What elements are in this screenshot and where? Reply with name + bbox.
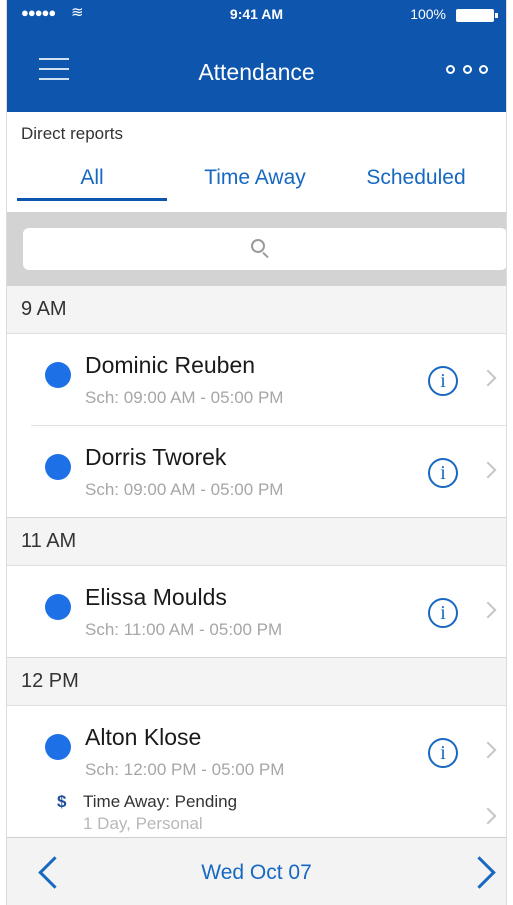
search-area <box>7 212 506 286</box>
app-header: ●●●●● ≋ 9:41 AM 100% Attendance <box>7 0 506 112</box>
divider <box>7 657 506 658</box>
info-icon[interactable]: i <box>428 598 458 628</box>
info-icon[interactable]: i <box>428 366 458 396</box>
direct-reports-label: Direct reports <box>21 124 124 143</box>
employee-name: Dominic Reuben <box>85 352 256 378</box>
list-item[interactable]: Alton Klose Sch: 12:00 PM - 05:00 PM i <box>7 706 506 792</box>
battery-icon <box>456 9 498 22</box>
search-icon <box>251 239 265 253</box>
battery-percentage: 100% <box>410 6 446 22</box>
attendance-list: 9 AM Dominic Reuben Sch: 09:00 AM - 05:0… <box>7 286 506 833</box>
chevron-right-icon <box>479 369 497 387</box>
chevron-right-icon <box>479 807 497 825</box>
tab-all[interactable]: All <box>17 158 167 206</box>
dollar-icon: $ <box>57 792 67 811</box>
info-icon[interactable]: i <box>428 458 458 488</box>
page-title: Attendance <box>198 59 315 85</box>
section-header-12pm: 12 PM <box>7 658 506 706</box>
more-options-icon[interactable] <box>446 62 488 76</box>
tab-bar: All Time Away Scheduled <box>7 158 506 206</box>
date-navigation-bar: Wed Oct 07 <box>7 837 506 905</box>
nav-bar: Attendance <box>7 30 506 112</box>
chevron-right-icon <box>479 601 497 619</box>
phone-screen: ●●●●● ≋ 9:41 AM 100% Attendance Direct r… <box>6 0 507 905</box>
status-dot <box>45 594 71 620</box>
list-item[interactable]: Dorris Tworek Sch: 09:00 AM - 05:00 PM i <box>7 426 506 518</box>
time-away-detail: 1 Day, Personal <box>83 814 203 833</box>
employee-schedule: Sch: 11:00 AM - 05:00 PM <box>85 620 283 639</box>
list-item[interactable]: Dominic Reuben Sch: 09:00 AM - 05:00 PM … <box>7 334 506 426</box>
info-icon[interactable]: i <box>428 738 458 768</box>
tab-time-away[interactable]: Time Away <box>185 158 325 206</box>
status-dot <box>45 362 71 388</box>
current-date[interactable]: Wed Oct 07 <box>7 861 506 885</box>
employee-name: Alton Klose <box>85 724 202 750</box>
section-header-9am: 9 AM <box>7 286 506 334</box>
employee-schedule: Sch: 09:00 AM - 05:00 PM <box>85 388 284 407</box>
list-item[interactable]: Elissa Moulds Sch: 11:00 AM - 05:00 PM i <box>7 566 506 658</box>
chevron-right-icon <box>479 461 497 479</box>
employee-schedule: Sch: 09:00 AM - 05:00 PM <box>85 480 284 499</box>
status-dot <box>45 734 71 760</box>
section-header-11am: 11 AM <box>7 518 506 566</box>
employee-name: Elissa Moulds <box>85 584 227 610</box>
time-away-status: Time Away: Pending <box>83 792 238 811</box>
employee-schedule: Sch: 12:00 PM - 05:00 PM <box>85 760 285 779</box>
tab-scheduled[interactable]: Scheduled <box>341 158 491 206</box>
status-bar: ●●●●● ≋ 9:41 AM 100% <box>7 0 506 30</box>
time-away-pending: $ Time Away: Pending 1 Day, Personal <box>7 792 506 833</box>
status-dot <box>45 454 71 480</box>
divider <box>7 517 506 518</box>
employee-name: Dorris Tworek <box>85 444 227 470</box>
search-input[interactable] <box>23 228 506 270</box>
time-away-item[interactable]: $ Time Away: Pending 1 Day, Personal <box>7 792 506 833</box>
chevron-right-icon <box>479 741 497 759</box>
